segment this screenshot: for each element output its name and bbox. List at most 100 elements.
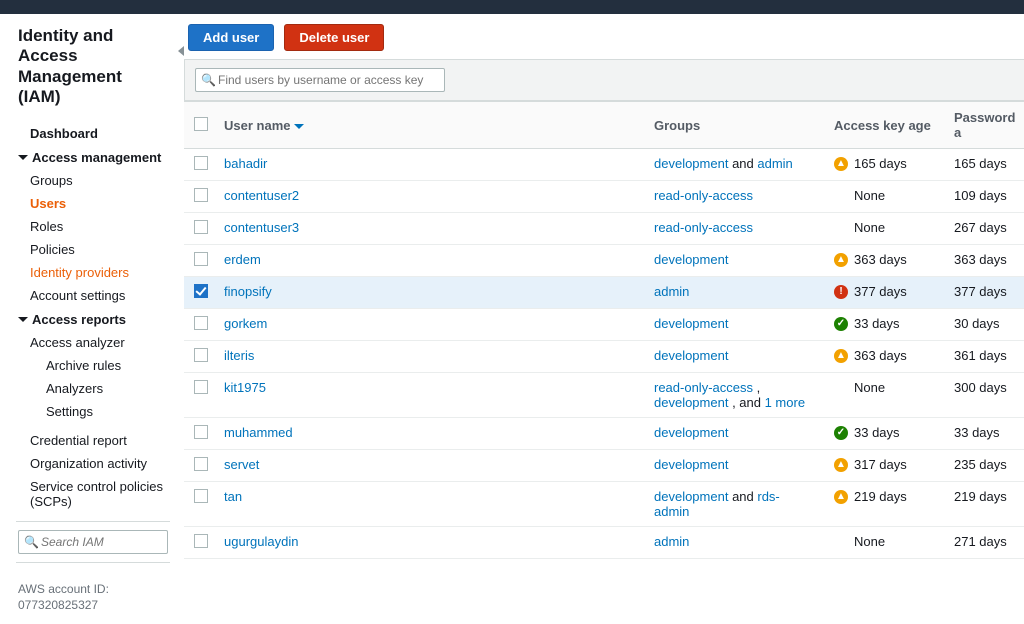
group-link[interactable]: 1 more: [765, 395, 805, 410]
groups-cell: development: [644, 341, 824, 373]
col-user-name[interactable]: User name: [214, 102, 644, 149]
caret-down-icon: [18, 155, 28, 160]
access-key-age-cell: ✓33 days: [824, 309, 944, 341]
col-groups[interactable]: Groups: [644, 102, 824, 149]
user-link[interactable]: muhammed: [224, 425, 293, 440]
password-age-value: 300 days: [944, 373, 1024, 418]
user-link[interactable]: bahadir: [224, 156, 267, 171]
good-icon: ✓: [834, 426, 848, 440]
access-key-age-value: 33 days: [854, 316, 900, 331]
access-key-age-cell: ▲363 days: [824, 245, 944, 277]
group-link[interactable]: development: [654, 489, 728, 504]
nav-policies[interactable]: Policies: [18, 238, 168, 261]
user-link[interactable]: contentuser3: [224, 220, 299, 235]
group-link[interactable]: admin: [654, 534, 689, 549]
access-key-age-cell: ✓ 33 days: [824, 418, 944, 450]
user-link[interactable]: gorkem: [224, 316, 267, 331]
user-link[interactable]: ilteris: [224, 348, 254, 363]
access-key-age-cell: ▲165 days: [824, 149, 944, 181]
select-all-header[interactable]: [184, 102, 214, 149]
group-link[interactable]: development: [654, 156, 728, 171]
row-checkbox[interactable]: [194, 220, 208, 234]
checkbox-icon: [194, 117, 208, 131]
nav-credential-report[interactable]: Credential report: [18, 429, 168, 452]
divider: [16, 521, 170, 522]
user-link[interactable]: erdem: [224, 252, 261, 267]
group-link[interactable]: read-only-access: [654, 380, 753, 395]
nav-account-settings[interactable]: Account settings: [18, 284, 168, 307]
password-age-value: 30 days: [944, 309, 1024, 341]
user-link[interactable]: ugurgulaydin: [224, 534, 298, 549]
table-row: ilterisdevelopment▲363 days361 days: [184, 341, 1024, 373]
delete-user-button[interactable]: Delete user: [284, 24, 384, 51]
nav-dashboard[interactable]: Dashboard: [18, 122, 168, 145]
nav-section-access-management[interactable]: Access management: [18, 145, 168, 169]
search-icon: 🔍: [24, 535, 39, 549]
table-row: erdem development ▲363 days363 days: [184, 245, 1024, 277]
user-filter-input[interactable]: [195, 68, 445, 92]
table-row: finopsify admin !377 days377 days: [184, 277, 1024, 309]
row-checkbox[interactable]: [194, 380, 208, 394]
groups-cell: development and rds-admin: [644, 482, 824, 527]
col-password-age[interactable]: Password a: [944, 102, 1024, 149]
user-link[interactable]: tan: [224, 489, 242, 504]
sidebar-search-input[interactable]: [18, 530, 168, 554]
add-user-button[interactable]: Add user: [188, 24, 274, 51]
user-link[interactable]: finopsify: [224, 284, 272, 299]
nav-organization-activity[interactable]: Organization activity: [18, 452, 168, 475]
row-checkbox[interactable]: [194, 348, 208, 362]
row-checkbox[interactable]: [194, 457, 208, 471]
user-link[interactable]: servet: [224, 457, 259, 472]
user-link[interactable]: contentuser2: [224, 188, 299, 203]
access-key-age-value: 219 days: [854, 489, 907, 504]
access-key-age-value: 33 days: [854, 425, 900, 440]
access-key-age-value: 317 days: [854, 457, 907, 472]
row-checkbox[interactable]: [194, 425, 208, 439]
group-link[interactable]: read-only-access: [654, 188, 753, 203]
nav-section-access-reports[interactable]: Access reports: [18, 307, 168, 331]
password-age-value: 109 days: [944, 181, 1024, 213]
users-table: User name Groups Access key age Password…: [184, 101, 1024, 559]
access-key-age-cell: !377 days: [824, 277, 944, 309]
col-access-key-age[interactable]: Access key age: [824, 102, 944, 149]
search-icon: 🔍: [201, 73, 216, 87]
nav-settings[interactable]: Settings: [18, 400, 168, 423]
table-row: contentuser2read-only-accessNone109 days: [184, 181, 1024, 213]
groups-cell: admin: [644, 527, 824, 559]
warn-icon: ▲: [834, 349, 848, 363]
group-link[interactable]: admin: [757, 156, 792, 171]
nav-roles[interactable]: Roles: [18, 215, 168, 238]
nav-scps[interactable]: Service control policies (SCPs): [18, 475, 168, 513]
user-link[interactable]: kit1975: [224, 380, 266, 395]
password-age-value: 235 days: [944, 450, 1024, 482]
nav-users[interactable]: Users: [18, 192, 168, 215]
group-link[interactable]: development: [654, 395, 728, 410]
groups-cell: development: [644, 245, 824, 277]
nav-groups[interactable]: Groups: [18, 169, 168, 192]
nav-identity-providers[interactable]: Identity providers: [18, 261, 168, 284]
group-link[interactable]: development: [654, 316, 728, 331]
access-key-age-cell: None: [824, 213, 944, 245]
group-link[interactable]: development: [654, 348, 728, 363]
group-link[interactable]: read-only-access: [654, 220, 753, 235]
group-link[interactable]: development: [654, 457, 728, 472]
row-checkbox[interactable]: [194, 252, 208, 266]
row-checkbox[interactable]: [194, 316, 208, 330]
nav-access-analyzer[interactable]: Access analyzer: [18, 331, 168, 354]
row-checkbox[interactable]: [194, 188, 208, 202]
nav-archive-rules[interactable]: Archive rules: [18, 354, 168, 377]
row-checkbox[interactable]: [194, 534, 208, 548]
access-key-age-value: 363 days: [854, 252, 907, 267]
access-key-age-value: 377 days: [854, 284, 907, 299]
group-link[interactable]: development: [654, 425, 728, 440]
row-checkbox[interactable]: [194, 489, 208, 503]
nav-analyzers[interactable]: Analyzers: [18, 377, 168, 400]
group-link[interactable]: development: [654, 252, 728, 267]
table-row: kit1975read-only-access , development , …: [184, 373, 1024, 418]
password-age-value: 219 days: [944, 482, 1024, 527]
row-checkbox[interactable]: [194, 156, 208, 170]
row-checkbox[interactable]: [194, 284, 208, 298]
group-link[interactable]: admin: [654, 284, 689, 299]
groups-cell: development and admin: [644, 149, 824, 181]
topbar: [0, 0, 1024, 14]
